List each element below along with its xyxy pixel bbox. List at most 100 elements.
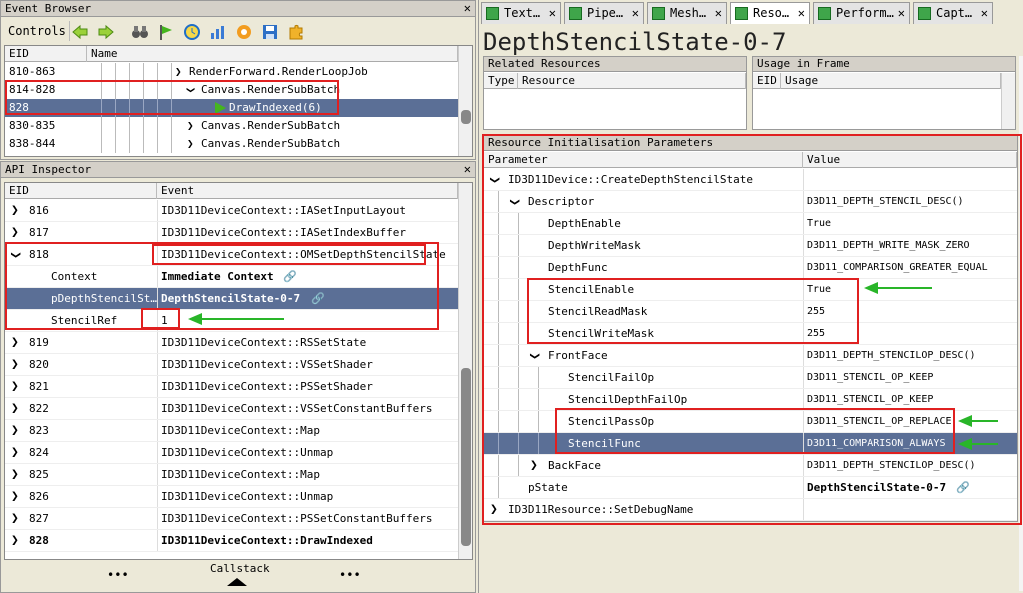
api-event-column-header[interactable]: Event — [157, 183, 458, 199]
param-row[interactable]: DepthFunc D3D11_COMPARISON_GREATER_EQUAL — [484, 257, 1017, 279]
param-row[interactable]: DepthWriteMask D3D11_DEPTH_WRITE_MASK_ZER… — [484, 235, 1017, 257]
controls-button[interactable]: Controls — [5, 21, 70, 41]
expand-chevron-icon[interactable]: ❯ — [187, 117, 194, 135]
link-icon[interactable]: 🔗 — [956, 477, 970, 499]
event-row[interactable]: 828 DrawIndexed(6) — [5, 99, 458, 117]
event-row[interactable]: 830-835 ❯ Canvas.RenderSubBatch — [5, 117, 458, 135]
tab-close-icon[interactable]: ✕ — [798, 3, 805, 23]
expand-chevron-icon[interactable]: ❯ — [530, 455, 538, 477]
param-row[interactable]: StencilFunc D3D11_COMPARISON_ALWAYS — [484, 433, 1017, 455]
api-row[interactable]: ❯ 826 ID3D11DeviceContext::Unmap — [5, 486, 458, 508]
expand-chevron-icon[interactable]: ❯ — [11, 508, 19, 530]
settings-flower-icon[interactable] — [235, 23, 253, 41]
param-row[interactable]: DepthEnable True — [484, 213, 1017, 235]
api-row[interactable]: ❯ 820 ID3D11DeviceContext::VSSetShader — [5, 354, 458, 376]
link-icon[interactable]: 🔗 — [311, 288, 325, 310]
tab-close-icon[interactable]: ✕ — [981, 3, 988, 23]
flag-icon[interactable] — [157, 23, 175, 41]
clock-icon[interactable] — [183, 23, 201, 41]
api-row[interactable]: StencilRef 1 — [5, 310, 458, 332]
callstack-toggle-icon[interactable] — [227, 578, 247, 586]
expand-chevron-icon[interactable]: ❯ — [11, 376, 19, 398]
expand-chevron-icon[interactable]: ❯ — [11, 200, 19, 222]
api-inspector-close-icon[interactable]: ✕ — [464, 162, 471, 177]
event-row[interactable]: 838-844 ❯ Canvas.RenderSubBatch — [5, 135, 458, 153]
expand-chevron-icon[interactable]: ❯ — [181, 87, 199, 94]
value-column-header[interactable]: Value — [803, 152, 1017, 168]
expand-chevron-icon[interactable]: ❯ — [503, 198, 525, 206]
save-icon[interactable] — [261, 23, 279, 41]
api-row[interactable]: ❯ 821 ID3D11DeviceContext::PSSetShader — [5, 376, 458, 398]
expand-chevron-icon[interactable]: ❯ — [4, 251, 26, 259]
forward-arrow-icon[interactable] — [97, 23, 115, 41]
expand-chevron-icon[interactable]: ❯ — [175, 63, 182, 81]
param-row[interactable]: ❯ ID3D11Device::CreateDepthStencilState — [484, 169, 1017, 191]
api-row[interactable]: ❯ 823 ID3D11DeviceContext::Map — [5, 420, 458, 442]
back-arrow-icon[interactable] — [71, 23, 89, 41]
expand-chevron-icon[interactable]: ❯ — [11, 420, 19, 442]
api-row[interactable]: ❯ 817 ID3D11DeviceContext::IASetIndexBuffe… — [5, 222, 458, 244]
parameter-column-header[interactable]: Parameter — [484, 152, 803, 168]
binoculars-icon[interactable] — [131, 23, 149, 41]
puzzle-icon[interactable] — [287, 23, 305, 41]
expand-chevron-icon[interactable]: ❯ — [11, 486, 19, 508]
expand-chevron-icon[interactable]: ❯ — [490, 499, 498, 521]
api-row[interactable]: ❯ 824 ID3D11DeviceContext::Unmap — [5, 442, 458, 464]
expand-chevron-icon[interactable]: ❯ — [11, 354, 19, 376]
api-tree-scrollbar[interactable] — [458, 183, 472, 559]
param-row[interactable]: ❯ ID3D11Resource::SetDebugName — [484, 499, 1017, 521]
expand-chevron-icon[interactable]: ❯ — [11, 442, 19, 464]
tab-2[interactable]: Mesh… ✕ — [647, 2, 727, 24]
expand-chevron-icon[interactable]: ❯ — [187, 135, 194, 153]
param-row[interactable]: ❯ BackFace D3D11_DEPTH_STENCILOP_DESC() — [484, 455, 1017, 477]
param-row[interactable]: pState DepthStencilState-0-7 🔗 — [484, 477, 1017, 499]
param-row[interactable]: StencilWriteMask 255 — [484, 323, 1017, 345]
usage-column-header[interactable]: Usage — [781, 73, 1001, 89]
tab-5[interactable]: Capt… ✕ — [913, 2, 993, 24]
api-eid-column-header[interactable]: EID — [5, 183, 157, 199]
param-row[interactable]: StencilEnable True — [484, 279, 1017, 301]
expand-chevron-icon[interactable]: ❯ — [11, 464, 19, 486]
expand-chevron-icon[interactable]: ❯ — [11, 332, 19, 354]
api-row[interactable]: ❯ 819 ID3D11DeviceContext::RSSetState — [5, 332, 458, 354]
param-row[interactable]: ❯ Descriptor D3D11_DEPTH_STENCIL_DESC() — [484, 191, 1017, 213]
param-row[interactable]: ❯ FrontFace D3D11_DEPTH_STENCILOP_DESC() — [484, 345, 1017, 367]
event-tree-scrollbar[interactable] — [458, 46, 472, 156]
expand-chevron-icon[interactable]: ❯ — [11, 530, 19, 552]
param-row[interactable]: StencilFailOp D3D11_STENCIL_OP_KEEP — [484, 367, 1017, 389]
api-row[interactable]: ❯ 816 ID3D11DeviceContext::IASetInputLayou… — [5, 200, 458, 222]
event-row[interactable]: 814-828 ❯ Canvas.RenderSubBatch — [5, 81, 458, 99]
tab-0[interactable]: Text… ✕ — [481, 2, 561, 24]
resource-column-header[interactable]: Resource — [518, 73, 746, 89]
right-scrollbar[interactable] — [1019, 56, 1023, 591]
callstack-label[interactable]: Callstack — [210, 562, 270, 575]
usage-eid-column-header[interactable]: EID — [753, 73, 781, 89]
tab-4[interactable]: Perform… ✕ — [813, 2, 910, 24]
api-row[interactable]: pDepthStencilSt… DepthStencilState-0-7 🔗 — [5, 288, 458, 310]
api-row[interactable]: ❯ 827 ID3D11DeviceContext::PSSetConstantBu… — [5, 508, 458, 530]
right-dots-button[interactable]: ••• — [339, 568, 361, 582]
expand-chevron-icon[interactable]: ❯ — [483, 176, 505, 184]
tab-close-icon[interactable]: ✕ — [632, 3, 639, 23]
event-browser-close-icon[interactable]: ✕ — [464, 1, 471, 16]
event-row[interactable]: 810-863 ❯ RenderForward.RenderLoopJob — [5, 63, 458, 81]
api-row[interactable]: ❯ 825 ID3D11DeviceContext::Map — [5, 464, 458, 486]
tab-1[interactable]: Pipe… ✕ — [564, 2, 644, 24]
expand-chevron-icon[interactable]: ❯ — [523, 352, 545, 360]
link-icon[interactable]: 🔗 — [283, 266, 297, 288]
param-row[interactable]: StencilReadMask 255 — [484, 301, 1017, 323]
left-dots-button[interactable]: ••• — [107, 568, 129, 582]
param-row[interactable]: StencilPassOp D3D11_STENCIL_OP_REPLACE — [484, 411, 1017, 433]
usage-scrollbar[interactable] — [1001, 73, 1015, 129]
api-row[interactable]: ❯ 828 ID3D11DeviceContext::DrawIndexed — [5, 530, 458, 552]
api-row[interactable]: Context Immediate Context 🔗 — [5, 266, 458, 288]
expand-chevron-icon[interactable]: ❯ — [11, 398, 19, 420]
tab-close-icon[interactable]: ✕ — [549, 3, 556, 23]
eid-column-header[interactable]: EID — [5, 46, 87, 62]
tab-3[interactable]: Reso… ✕ — [730, 2, 810, 24]
expand-chevron-icon[interactable]: ❯ — [11, 222, 19, 244]
tab-close-icon[interactable]: ✕ — [715, 3, 722, 23]
name-column-header[interactable]: Name — [87, 46, 458, 62]
chart-icon[interactable] — [209, 23, 227, 41]
param-row[interactable]: StencilDepthFailOp D3D11_STENCIL_OP_KEEP — [484, 389, 1017, 411]
